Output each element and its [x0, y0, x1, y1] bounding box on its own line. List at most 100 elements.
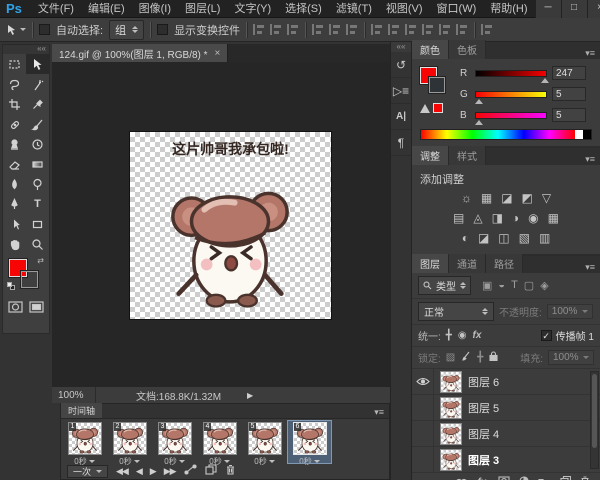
curves-icon[interactable]: ◪: [501, 192, 512, 205]
eyedropper-tool[interactable]: [26, 94, 49, 114]
tab-adjustments[interactable]: 调整: [412, 146, 449, 165]
blue-slider[interactable]: [475, 111, 547, 125]
swap-colors-icon[interactable]: ⇄: [37, 256, 44, 265]
actions-panel-icon[interactable]: ▷≡: [391, 78, 411, 104]
zoom-level-field[interactable]: 100%: [52, 387, 96, 403]
align-left-edges-icon[interactable]: [253, 24, 266, 35]
layer-thumbnail[interactable]: [440, 422, 462, 445]
color-lookup-icon[interactable]: ▦: [548, 212, 559, 225]
clone-stamp-tool[interactable]: [3, 134, 26, 154]
animation-frame-4[interactable]: 4 0秒: [198, 421, 241, 466]
add-layer-mask-icon[interactable]: [498, 476, 510, 480]
layer-row-3[interactable]: 图层 3: [412, 446, 600, 473]
move-tool-preset-icon[interactable]: [6, 24, 26, 36]
animation-frame-1[interactable]: 1 0秒: [63, 421, 106, 466]
filter-pixel-layers-icon[interactable]: ▣: [482, 279, 492, 292]
color-panel-menu-icon[interactable]: ▾≡: [580, 48, 600, 59]
rectangular-marquee-tool[interactable]: [3, 54, 26, 74]
frame-delay[interactable]: 0秒: [243, 456, 286, 467]
next-frame-button[interactable]: ▶▶: [164, 466, 177, 476]
layer-thumbnail[interactable]: [440, 370, 462, 393]
layer-name[interactable]: 图层 5: [468, 400, 499, 416]
status-menu-arrow-icon[interactable]: ▶: [247, 391, 253, 400]
pen-tool[interactable]: [3, 194, 26, 214]
timeline-panel-menu-icon[interactable]: ▾≡: [374, 407, 389, 418]
align-right-edges-icon[interactable]: [287, 24, 300, 35]
layer-row-4[interactable]: 图层 4: [412, 420, 600, 447]
dodge-tool[interactable]: [26, 174, 49, 194]
menu-file[interactable]: 文件(F): [31, 0, 81, 18]
document-tab[interactable]: 124.gif @ 100%(图层 1, RGB/8) * ×: [52, 44, 229, 62]
menu-filter[interactable]: 滤镜(T): [329, 0, 379, 18]
visibility-toggle[interactable]: [412, 420, 434, 447]
new-layer-icon[interactable]: [560, 475, 572, 480]
lock-image-pixels-icon[interactable]: [461, 351, 471, 364]
paragraph-panel-icon[interactable]: ¶: [391, 130, 411, 156]
layer-row-5[interactable]: 图层 5: [412, 394, 600, 421]
menu-edit[interactable]: 编辑(E): [81, 0, 132, 18]
tab-close-icon[interactable]: ×: [215, 48, 221, 59]
path-selection-tool[interactable]: [3, 214, 26, 234]
background-color-swatch[interactable]: [21, 271, 38, 288]
menu-view[interactable]: 视图(V): [379, 0, 430, 18]
crop-tool[interactable]: [3, 94, 26, 114]
selective-color-icon[interactable]: ▧: [519, 232, 530, 245]
type-tool[interactable]: T: [26, 194, 49, 214]
brightness-contrast-icon[interactable]: ☼: [461, 192, 472, 205]
play-button[interactable]: ▶: [150, 466, 157, 476]
invert-icon[interactable]: ◐: [462, 232, 469, 245]
screen-mode-button[interactable]: [29, 301, 44, 316]
layer-thumbnail[interactable]: [440, 448, 462, 471]
propagate-frame-checkbox[interactable]: ✓: [540, 330, 552, 341]
gamut-warning-icon[interactable]: [420, 103, 430, 113]
distribute-horizontal-icon[interactable]: [439, 24, 452, 35]
blue-value-field[interactable]: 5: [552, 108, 586, 122]
lasso-tool[interactable]: [3, 74, 26, 94]
layers-scrollbar[interactable]: [590, 371, 599, 469]
tab-paths[interactable]: 路径: [486, 254, 523, 273]
brush-tool[interactable]: [26, 114, 49, 134]
new-group-icon[interactable]: [538, 477, 551, 480]
layer-name[interactable]: 图层 6: [468, 374, 499, 390]
layer-name[interactable]: 图层 3: [468, 452, 499, 468]
magic-wand-tool[interactable]: [26, 74, 49, 94]
frame-delay[interactable]: 0秒: [153, 456, 196, 467]
animation-frame-2[interactable]: 2 0秒: [108, 421, 151, 466]
fill-dropdown[interactable]: 100%: [548, 350, 594, 365]
hue-saturation-icon[interactable]: ▤: [453, 212, 464, 225]
tab-color[interactable]: 颜色: [412, 40, 449, 59]
rectangle-tool[interactable]: [26, 214, 49, 234]
frame-delay[interactable]: 0秒: [288, 456, 331, 467]
gamut-color-swatch[interactable]: [433, 103, 443, 113]
align-horizontal-centers-icon[interactable]: [270, 24, 283, 35]
lock-transparent-pixels-icon[interactable]: ▨: [446, 352, 455, 363]
quick-mask-button[interactable]: [8, 301, 23, 316]
menu-type[interactable]: 文字(Y): [227, 0, 278, 18]
layers-panel-menu-icon[interactable]: ▾≡: [580, 262, 600, 273]
collapse-panel-icon[interactable]: ««: [3, 45, 49, 54]
distribute-vertical-icon[interactable]: [388, 24, 401, 35]
frame-delay[interactable]: 0秒: [63, 456, 106, 467]
tab-swatches[interactable]: 色板: [449, 40, 486, 59]
expand-dock-icon[interactable]: ««: [391, 42, 411, 52]
opacity-dropdown[interactable]: 100%: [546, 304, 593, 319]
distribute-left-icon[interactable]: [422, 24, 435, 35]
visibility-toggle[interactable]: [412, 394, 434, 421]
unify-visibility-icon[interactable]: ◉: [458, 330, 467, 341]
maximize-button[interactable]: □: [560, 0, 587, 18]
distribute-top-icon[interactable]: [371, 24, 384, 35]
layer-row-6[interactable]: 图层 6: [412, 369, 600, 395]
tab-layers[interactable]: 图层: [412, 254, 449, 273]
timeline-tab[interactable]: 时间轴: [61, 403, 103, 418]
green-slider[interactable]: [475, 90, 547, 104]
character-panel-icon[interactable]: A|: [391, 104, 411, 130]
green-value-field[interactable]: 5: [552, 87, 586, 101]
eraser-tool[interactable]: [3, 154, 26, 174]
unify-position-icon[interactable]: ╋: [446, 330, 452, 341]
posterize-icon[interactable]: ◪: [478, 232, 489, 245]
adjustments-panel-menu-icon[interactable]: ▾≡: [580, 154, 600, 165]
distribute-bottom-icon[interactable]: [405, 24, 418, 35]
filter-type-dropdown[interactable]: 类型: [418, 276, 471, 295]
animation-frame-5[interactable]: 5 0秒: [243, 421, 286, 466]
menu-select[interactable]: 选择(S): [278, 0, 329, 18]
